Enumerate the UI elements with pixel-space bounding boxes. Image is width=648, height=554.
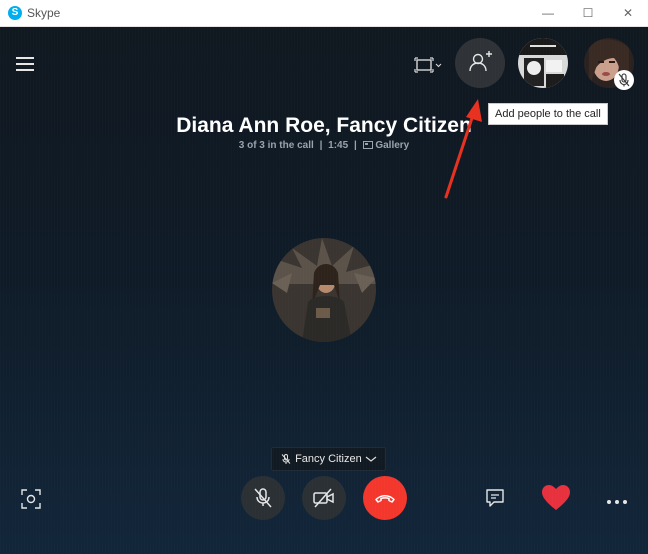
skype-logo-icon: S (8, 6, 22, 20)
mic-muted-icon (254, 488, 272, 508)
heart-icon (542, 485, 570, 510)
toggle-video-button[interactable] (302, 476, 346, 520)
video-off-icon (313, 488, 334, 508)
mic-muted-icon (281, 454, 291, 465)
more-options-button[interactable] (606, 493, 628, 511)
active-speaker-chip[interactable]: Fancy Citizen (271, 447, 386, 471)
call-stage: Add people to the call Diana Ann Roe, Fa… (0, 27, 648, 554)
chat-button[interactable] (484, 487, 506, 514)
screenshot-icon (21, 489, 41, 509)
maximize-button[interactable]: ☐ (568, 0, 608, 26)
window-title: Skype (27, 6, 61, 20)
react-button[interactable] (541, 484, 571, 517)
speaker-name: Fancy Citizen (295, 453, 362, 465)
close-button[interactable]: ✕ (608, 0, 648, 26)
minimize-button[interactable]: — (528, 0, 568, 26)
active-speaker-avatar[interactable] (272, 238, 376, 342)
phone-hangup-icon (375, 495, 395, 503)
window-titlebar: S Skype — ☐ ✕ (0, 0, 648, 27)
chevron-down-icon (365, 456, 377, 462)
avatar (272, 238, 376, 342)
snapshot-button[interactable] (20, 488, 42, 515)
more-options-icon (607, 500, 627, 504)
end-call-button[interactable] (363, 476, 407, 520)
chat-icon (486, 489, 504, 507)
mute-microphone-button[interactable] (241, 476, 285, 520)
